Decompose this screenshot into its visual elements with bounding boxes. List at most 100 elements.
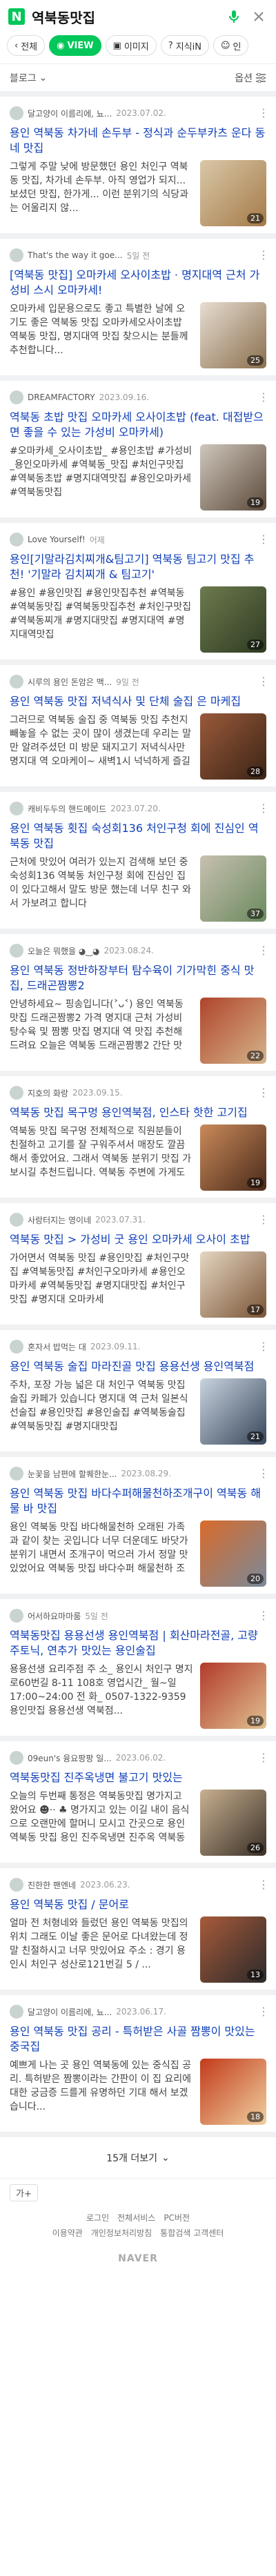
post-card[interactable]: 진한한 팬엔네 2023.06.23. ⋮ 용인 역북동 맛집 / 문어로 얼마 전 처…	[0, 1868, 276, 1995]
post-snippet[interactable]: 가어면서 역북동 맛집 #용인맛집 #처인구맛집 #역북동맛집 #처인구오마카세…	[10, 1251, 193, 1307]
more-options-icon[interactable]: ⋮	[258, 1609, 269, 1622]
tab-0[interactable]: ‹ 전체	[7, 35, 46, 56]
more-options-icon[interactable]: ⋮	[258, 390, 269, 404]
post-title[interactable]: 역북동 초밥 맛집 오마카세 오사이초밥 (feat. 대접받으면 좋을 수 있…	[10, 410, 266, 440]
post-card[interactable]: 시루의 용인 돈암은 맥... 9일 전 ⋮ 용인 역북동 맛집 저녁식사 및 단체 …	[0, 665, 276, 792]
post-thumbnail[interactable]: 21	[200, 1378, 266, 1445]
post-card[interactable]: 달고양이 이름리에, 뇨... 2023.06.17. ⋮ 용인 역북동 맛집 공리 …	[0, 1995, 276, 2137]
post-title[interactable]: 용인 역북동 맛집 저녁식사 및 단체 술집 은 마케집	[10, 694, 266, 709]
post-title[interactable]: 역북동맛집 진주옥냉면 불고기 맛있는	[10, 1770, 266, 1785]
author-name[interactable]: 진한한 팬엔네	[28, 1879, 76, 1891]
post-title[interactable]: 역북동맛집 용용선생 용인역북점 | 회산마라전골, 고량주토닉, 연추가 맛있…	[10, 1628, 266, 1658]
post-thumbnail[interactable]: 19	[200, 1663, 266, 1729]
more-options-icon[interactable]: ⋮	[258, 1751, 269, 1764]
load-more-button[interactable]: 15개 더보기 ⌄	[0, 2137, 276, 2179]
footer-link[interactable]: 이용약관	[52, 2228, 83, 2238]
footer-link[interactable]: 개인정보처리방침	[91, 2228, 152, 2238]
more-options-icon[interactable]: ⋮	[258, 1213, 269, 1226]
options-button[interactable]: 옵션	[235, 71, 266, 85]
tab-1[interactable]: ◉ VIEW	[49, 35, 101, 56]
more-options-icon[interactable]: ⋮	[258, 944, 269, 957]
more-options-icon[interactable]: ⋮	[258, 1878, 269, 1891]
author-name[interactable]: 달고양이 이름리에, 뇨...	[28, 108, 112, 119]
post-card[interactable]: 캐비두두의 핸드메이드 2023.07.20. ⋮ 용인 역북동 횟집 숙성회136 …	[0, 792, 276, 934]
post-snippet[interactable]: 오늘의 두번째 통정은 역북동맛집 명가지고 왔어요 ☻·· ♣ 명가지고 있는…	[10, 1790, 193, 1845]
post-title[interactable]: 역북동 맛집 > 가성비 굿 용인 오마카세 오사이 초밥	[10, 1232, 266, 1247]
avatar[interactable]	[10, 2005, 23, 2019]
post-snippet[interactable]: 역북동 맛집 목구멍 전체적으로 직원분들이 친절하고 고기를 잘 구워주셔서 …	[10, 1124, 193, 1180]
close-icon[interactable]	[250, 8, 268, 26]
author-name[interactable]: 달고양이 이름리에, 뇨...	[28, 2006, 112, 2018]
post-card[interactable]: 어서하요마마룸 5일 전 ⋮ 역북동맛집 용용선생 용인역북점 | 회산마라전골, 고…	[0, 1599, 276, 1741]
author-name[interactable]: 캐비두두의 핸드메이드	[28, 803, 106, 815]
post-thumbnail[interactable]: 17	[200, 1251, 266, 1318]
font-size-button[interactable]: 가+	[10, 2183, 38, 2201]
post-card[interactable]: 지호의 화랑 2023.09.15. ⋮ 역북동 맛집 목구멍 용인역북점, 인스타 …	[0, 1076, 276, 1203]
post-snippet[interactable]: 그렇게 주말 낮에 방문했던 용인 처인구 역북동 맛집, 차가네 손두부. 아…	[10, 160, 193, 215]
avatar[interactable]	[10, 106, 23, 120]
post-title[interactable]: 용인[기말라김치찌개&팀고기] 역북동 팀고기 맛집 추천! '기말라 김치찌개…	[10, 552, 266, 582]
avatar[interactable]	[10, 675, 23, 688]
more-options-icon[interactable]: ⋮	[258, 675, 269, 688]
post-thumbnail[interactable]: 28	[200, 713, 266, 780]
avatar[interactable]	[10, 1213, 23, 1227]
author-name[interactable]: 시루의 용인 돈암은 맥...	[28, 676, 112, 688]
footer-link[interactable]: 통합검색 고객센터	[160, 2228, 224, 2238]
post-title[interactable]: 용인 역북동 차가네 손두부 - 정식과 순두부카츠 운다 동네 맛집	[10, 126, 266, 156]
post-snippet[interactable]: 근처에 맛있어 여러가 있는지 검색해 보던 중 숙성회136 역북동 처인구청…	[10, 855, 193, 911]
post-snippet[interactable]: 안녕하세요~ 핑송입니다(˃ᴗ˂) 용인 역북동 맛집 드래곤짬뽕2 가격 명지…	[10, 998, 193, 1053]
post-thumbnail[interactable]: 37	[200, 855, 266, 922]
post-thumbnail[interactable]: 25	[200, 302, 266, 368]
author-name[interactable]: Love Yourself!	[28, 535, 86, 544]
more-options-icon[interactable]: ⋮	[258, 1340, 269, 1353]
tab-3[interactable]: ? 지식iN	[160, 35, 209, 56]
post-card[interactable]: That's the way it goe... 5일 전 ⋮ [역북동 맛집] 오마…	[0, 239, 276, 381]
post-thumbnail[interactable]: 19	[200, 444, 266, 511]
post-snippet[interactable]: 용인 역북동 맛집 바다해물천하 오래된 가족과 같이 찾는 곳입니다 너무 더…	[10, 1520, 193, 1576]
post-thumbnail[interactable]: 20	[200, 1520, 266, 1587]
naver-logo[interactable]: N	[8, 8, 25, 25]
microphone-icon[interactable]	[225, 8, 243, 26]
author-name[interactable]: 지호의 화랑	[28, 1087, 68, 1099]
author-name[interactable]: 오늘은 뭐했을 ◕‿◕	[28, 945, 99, 957]
more-options-icon[interactable]: ⋮	[258, 1086, 269, 1099]
author-name[interactable]: 09eun's 융요팡팡 일...	[28, 1752, 112, 1764]
post-thumbnail[interactable]: 26	[200, 1790, 266, 1856]
author-name[interactable]: That's the way it goe...	[28, 250, 123, 260]
post-card[interactable]: 눈꽃을 남편에 할퀘한눈... 2023.08.29. ⋮ 용인 역북동 맛집 바다수…	[0, 1457, 276, 1599]
post-title[interactable]: [역북동 맛집] 오마카세 오사이초밥 · 명지대역 근처 가성비 스시 오마카…	[10, 268, 266, 298]
author-name[interactable]: 사랑터지는 영이네	[28, 1214, 91, 1226]
post-snippet[interactable]: #용인 #용인맛집 #용인맛집추천 #역북동 #역북동맛집 #역북동맛집추천 #…	[10, 586, 193, 642]
post-card[interactable]: DREAMFACTORY 2023.09.16. ⋮ 역북동 초밥 맛집 오마카세 오…	[0, 381, 276, 523]
post-thumbnail[interactable]: 22	[200, 998, 266, 1064]
post-thumbnail[interactable]: 18	[200, 2059, 266, 2125]
tab-4[interactable]: ☺ 인	[213, 35, 249, 56]
more-options-icon[interactable]: ⋮	[258, 802, 269, 815]
avatar[interactable]	[10, 390, 23, 404]
post-card[interactable]: 오늘은 뭐했을 ◕‿◕ 2023.08.24. ⋮ 용인 역북동 정반하장부터 탐수육…	[0, 934, 276, 1076]
post-title[interactable]: 용인 역북동 맛집 바다수퍼해물천하조개구이 역북동 해물 바 맛집	[10, 1486, 266, 1516]
post-thumbnail[interactable]: 21	[200, 160, 266, 226]
author-name[interactable]: 혼자서 밥먹는 대	[28, 1341, 86, 1353]
avatar[interactable]	[10, 802, 23, 815]
post-card[interactable]: 달고양이 이름리에, 뇨... 2023.07.02. ⋮ 용인 역북동 차가네 손두…	[0, 97, 276, 239]
post-snippet[interactable]: 주차, 포장 가능 넓은 대 처인구 역북동 맛집 술집 카페가 있습니다 명지…	[10, 1378, 193, 1434]
more-options-icon[interactable]: ⋮	[258, 2005, 269, 2018]
avatar[interactable]	[10, 1086, 23, 1100]
post-snippet[interactable]: 용용선생 요리주점 주 소_ 용인시 처인구 명지로60번길 8-11 108호…	[10, 1663, 193, 1718]
post-title[interactable]: 용인 역북동 맛집 / 문어로	[10, 1897, 266, 1912]
more-options-icon[interactable]: ⋮	[258, 1467, 269, 1480]
avatar[interactable]	[10, 533, 23, 546]
more-options-icon[interactable]: ⋮	[258, 533, 269, 546]
avatar[interactable]	[10, 1878, 23, 1892]
author-name[interactable]: 어서하요마마룸	[28, 1610, 81, 1622]
avatar[interactable]	[10, 1467, 23, 1480]
post-snippet[interactable]: 얼마 전 처형네와 들렀던 용인 역북동 맛집의 위치 그래도 이날 좋은 문어…	[10, 1916, 193, 1972]
post-card[interactable]: 사랑터지는 영이네 2023.07.31. ⋮ 역북동 맛집 > 가성비 굿 용인 오…	[0, 1203, 276, 1330]
more-options-icon[interactable]: ⋮	[258, 248, 269, 261]
post-snippet[interactable]: 그러므로 역북동 술집 중 역북동 맛집 추천지 빼놓을 수 없는 곳이 많이 …	[10, 713, 193, 769]
post-card[interactable]: 혼자서 밥먹는 대 2023.09.11. ⋮ 용인 역북동 술집 마라진골 맛집 용…	[0, 1330, 276, 1457]
post-thumbnail[interactable]: 13	[200, 1916, 266, 1983]
post-snippet[interactable]: #오마카세_오사이초밥_ #용인초밥 #가성비_용인오마카세 #역북동_맛집 #…	[10, 444, 193, 499]
post-thumbnail[interactable]: 19	[200, 1124, 266, 1191]
